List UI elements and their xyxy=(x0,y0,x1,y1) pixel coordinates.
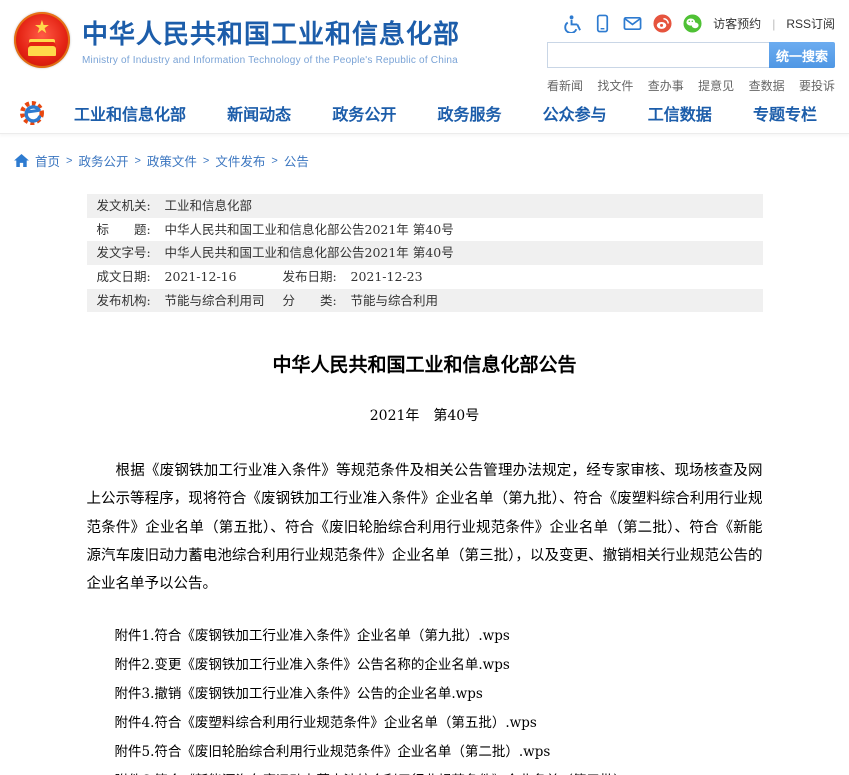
site-title: 中华人民共和国工业和信息化部 xyxy=(82,14,460,51)
home-icon[interactable] xyxy=(14,154,29,167)
nav-item-special-topics[interactable]: 专题专栏 xyxy=(753,101,817,125)
quick-link-news[interactable]: 看新闻 xyxy=(547,77,583,94)
breadcrumb-separator: > xyxy=(271,155,277,167)
meta-value: 工业和信息化部 xyxy=(165,198,753,214)
meta-row-document-number: 发文字号: 中华人民共和国工业和信息化部公告2021年 第40号 xyxy=(87,241,763,265)
meta-value: 节能与综合利用 xyxy=(351,293,753,309)
mail-icon[interactable] xyxy=(623,14,642,33)
site-logo-link[interactable]: 中华人民共和国工业和信息化部 Ministry of Industry and … xyxy=(14,12,460,68)
meta-row-dates: 成文日期: 2021-12-16 发布日期: 2021-12-23 xyxy=(87,265,763,289)
nav-item-public-participation[interactable]: 公众参与 xyxy=(543,101,607,125)
meta-row-publisher-category: 发布机构: 节能与综合利用司 分 类: 节能与综合利用 xyxy=(87,289,763,313)
national-emblem-icon xyxy=(14,12,70,68)
quick-link-services[interactable]: 查办事 xyxy=(648,77,684,94)
announcement-issue-number: 2021年 第40号 xyxy=(87,405,763,425)
breadcrumb-separator: > xyxy=(66,155,72,167)
header-icon-row: 访客预约 | RSS订阅 xyxy=(547,14,835,33)
attachment-link-1[interactable]: 附件1.符合《废钢铁加工行业准入条件》企业名单（第九批）.wps xyxy=(115,622,763,651)
meta-label: 发文字号: xyxy=(97,245,165,261)
nav-items: 工业和信息化部 新闻动态 政务公开 政务服务 公众参与 工信数据 专题专栏 xyxy=(74,101,831,125)
search-input[interactable] xyxy=(547,42,769,68)
header-right: 访客预约 | RSS订阅 统一搜索 看新闻 找文件 查办事 提意见 查数据 要投… xyxy=(547,12,835,94)
meta-label: 发文机关: xyxy=(97,198,165,214)
breadcrumb-policy-documents[interactable]: 政策文件 xyxy=(147,151,197,170)
meta-value: 中华人民共和国工业和信息化部公告2021年 第40号 xyxy=(165,245,753,261)
nav-item-gov-services[interactable]: 政务服务 xyxy=(437,101,501,125)
announcement-body-paragraph: 根据《废钢铁加工行业准入条件》等规范条件及相关公告管理办法规定，经专家审核、现场… xyxy=(87,457,763,598)
accessibility-icon[interactable] xyxy=(563,14,582,33)
meta-value: 2021-12-23 xyxy=(351,269,753,285)
nav-item-news[interactable]: 新闻动态 xyxy=(227,101,291,125)
visitor-appointment-link[interactable]: 访客预约 xyxy=(713,15,761,32)
nav-item-data[interactable]: 工信数据 xyxy=(648,101,712,125)
nav-item-gov-disclosure[interactable]: 政务公开 xyxy=(332,101,396,125)
quick-link-complaint[interactable]: 要投诉 xyxy=(799,77,835,94)
meta-label: 标 题: xyxy=(97,222,165,238)
meta-value: 节能与综合利用司 xyxy=(165,293,283,309)
quick-link-data[interactable]: 查数据 xyxy=(749,77,785,94)
rss-link[interactable]: RSS订阅 xyxy=(786,15,835,32)
search-bar: 统一搜索 xyxy=(547,42,835,68)
breadcrumb-gov-disclosure[interactable]: 政务公开 xyxy=(78,151,128,170)
nav-item-miit[interactable]: 工业和信息化部 xyxy=(74,101,186,125)
brand-text: 中华人民共和国工业和信息化部 Ministry of Industry and … xyxy=(82,14,460,66)
meta-label: 分 类: xyxy=(283,293,351,309)
breadcrumb-home[interactable]: 首页 xyxy=(35,151,60,170)
attachment-link-5[interactable]: 附件5.符合《废旧轮胎综合利用行业规范条件》企业名单（第二批）.wps xyxy=(115,738,763,767)
meta-row-title: 标 题: 中华人民共和国工业和信息化部公告2021年 第40号 xyxy=(87,218,763,242)
attachment-link-3[interactable]: 附件3.撤销《废钢铁加工行业准入条件》公告的企业名单.wps xyxy=(115,680,763,709)
site-header: 中华人民共和国工业和信息化部 Ministry of Industry and … xyxy=(0,0,849,92)
quick-link-documents[interactable]: 找文件 xyxy=(597,77,633,94)
breadcrumb-separator: > xyxy=(203,155,209,167)
meta-label: 发布机构: xyxy=(97,293,165,309)
announcement-title: 中华人民共和国工业和信息化部公告 xyxy=(87,350,763,377)
breadcrumb-current-announcement[interactable]: 公告 xyxy=(284,151,309,170)
meta-value: 中华人民共和国工业和信息化部公告2021年 第40号 xyxy=(165,222,753,238)
meta-value: 2021-12-16 xyxy=(165,269,283,285)
breadcrumb-document-release[interactable]: 文件发布 xyxy=(215,151,265,170)
attachment-link-4[interactable]: 附件4.符合《废塑料综合利用行业规范条件》企业名单（第五批）.wps xyxy=(115,709,763,738)
attachment-link-6[interactable]: 附件6.符合《新能源汽车废旧动力蓄电池综合利用行业规范条件》企业名单（第三批）.… xyxy=(115,767,763,775)
meta-label: 发布日期: xyxy=(283,269,351,285)
main-nav: 工业和信息化部 新闻动态 政务公开 政务服务 公众参与 工信数据 专题专栏 xyxy=(0,92,849,134)
weibo-icon[interactable] xyxy=(653,14,672,33)
meta-label: 成文日期: xyxy=(97,269,165,285)
meta-row-issuing-agency: 发文机关: 工业和信息化部 xyxy=(87,194,763,218)
wechat-icon[interactable] xyxy=(683,14,702,33)
search-button[interactable]: 统一搜索 xyxy=(769,42,835,68)
site-subtitle: Ministry of Industry and Information Tec… xyxy=(82,55,460,66)
breadcrumb: 首页 > 政务公开 > 政策文件 > 文件发布 > 公告 xyxy=(0,134,849,170)
link-separator: | xyxy=(772,17,775,31)
mobile-icon[interactable] xyxy=(593,14,612,33)
attachment-list: 附件1.符合《废钢铁加工行业准入条件》企业名单（第九批）.wps 附件2.变更《… xyxy=(87,622,763,775)
attachment-link-2[interactable]: 附件2.变更《废钢铁加工行业准入条件》公告名称的企业名单.wps xyxy=(115,651,763,680)
quick-links: 看新闻 找文件 查办事 提意见 查数据 要投诉 xyxy=(547,77,835,94)
document-content: 发文机关: 工业和信息化部 标 题: 中华人民共和国工业和信息化部公告2021年… xyxy=(87,194,763,775)
breadcrumb-separator: > xyxy=(134,155,140,167)
quick-link-feedback[interactable]: 提意见 xyxy=(698,77,734,94)
miit-gear-logo-icon[interactable] xyxy=(18,98,48,128)
